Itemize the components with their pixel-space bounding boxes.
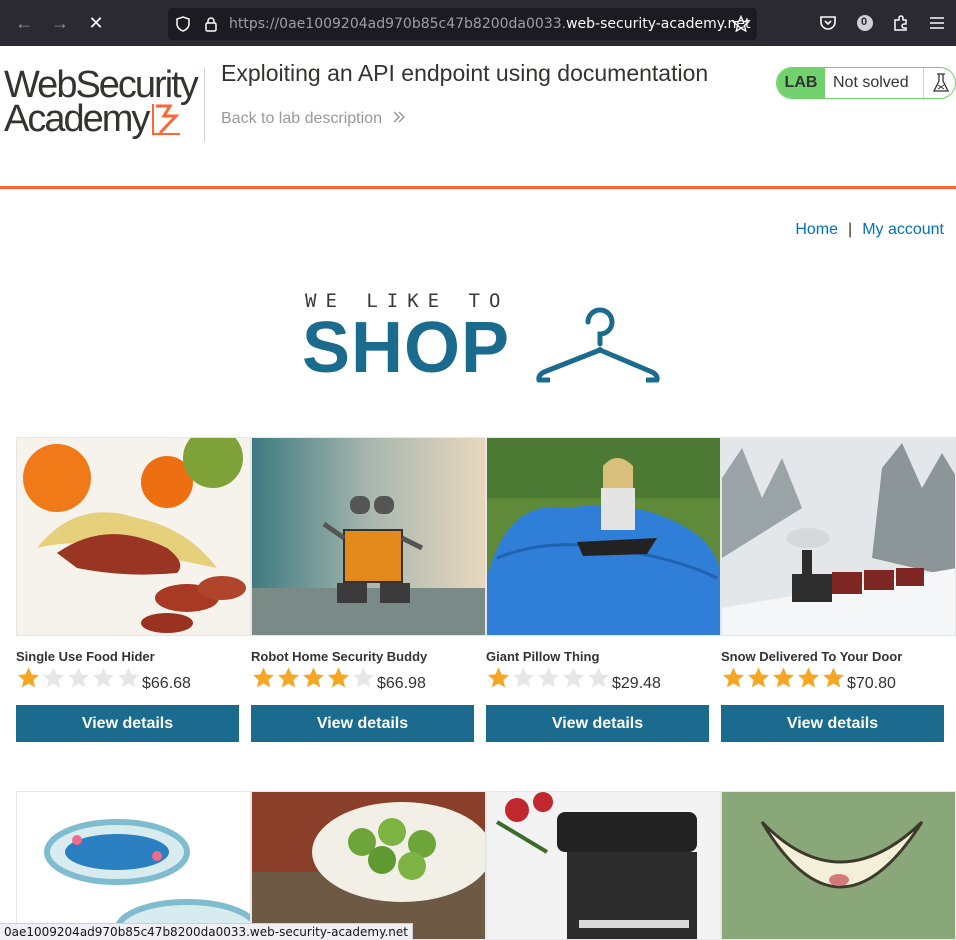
product-name: Robot Home Security Buddy: [251, 649, 428, 664]
product-image-paddling-pool: [16, 791, 251, 940]
back-to-lab-description-link[interactable]: Back to lab description: [221, 110, 406, 128]
star-empty-icon: [536, 666, 561, 690]
logo-line2: Academy: [4, 98, 150, 140]
hanger-icon: [536, 307, 660, 383]
shop-logo: WE LIKE TO SHOP: [300, 290, 660, 390]
star-filled-icon: [301, 666, 326, 690]
star-empty-icon: [511, 666, 536, 690]
logo-bolt-icon: [152, 104, 180, 135]
star-filled-icon: [746, 666, 771, 690]
shop-logo-title: SHOP: [302, 308, 511, 388]
product-price: $70.80: [847, 675, 896, 692]
star-filled-icon: [276, 666, 301, 690]
address-bar[interactable]: https://0ae1009204ad970b85c47b8200da0033…: [168, 8, 757, 40]
tracking-shield-icon[interactable]: [174, 15, 192, 33]
back-link-label: Back to lab description: [221, 110, 382, 127]
bookmark-star-icon[interactable]: [732, 15, 750, 33]
star-empty-icon: [116, 666, 141, 690]
star-empty-icon: [586, 666, 611, 690]
status-bar-url: 0ae1009204ad970b85c47b8200da0033.web-sec…: [0, 923, 413, 940]
browser-toolbar: ← → ✕ https://0ae1009204ad970b85c47b8200…: [0, 0, 956, 46]
product-price: $29.48: [612, 675, 661, 692]
product-price: $66.98: [377, 675, 426, 692]
my-account-link[interactable]: My account: [862, 221, 944, 238]
product-price: $66.68: [142, 675, 191, 692]
extension-badge-count: 0: [861, 16, 868, 28]
view-details-button[interactable]: View details: [251, 705, 474, 742]
product-rating: [251, 666, 376, 690]
product-rating: [721, 666, 846, 690]
back-arrow-icon[interactable]: ←: [12, 11, 36, 35]
star-filled-icon: [326, 666, 351, 690]
star-filled-icon: [16, 666, 41, 690]
product-image-typewriter: [486, 791, 721, 940]
extensions-puzzle-icon[interactable]: [891, 13, 911, 33]
product-image-food-hider: [16, 437, 251, 636]
product-name: Single Use Food Hider: [16, 649, 155, 664]
product-image-robot: [251, 437, 486, 636]
product-image-snow-train: [721, 437, 956, 636]
product-rating: [486, 666, 611, 690]
pocket-icon[interactable]: [818, 13, 838, 33]
url-text[interactable]: https://0ae1009204ad970b85c47b8200da0033…: [229, 16, 751, 32]
lab-status-text: Not solved: [833, 74, 909, 91]
star-filled-icon: [721, 666, 746, 690]
star-filled-icon: [486, 666, 511, 690]
extension-badge-icon[interactable]: 0: [855, 13, 875, 33]
home-link[interactable]: Home: [795, 221, 838, 238]
view-details-button[interactable]: View details: [16, 705, 239, 742]
lab-badge: LAB: [777, 68, 825, 98]
star-empty-icon: [351, 666, 376, 690]
lab-title: Exploiting an API endpoint using documen…: [221, 60, 709, 86]
star-empty-icon: [91, 666, 116, 690]
star-filled-icon: [796, 666, 821, 690]
double-chevron-right-icon: [393, 111, 406, 123]
forward-arrow-icon[interactable]: →: [48, 11, 72, 35]
product-image-grin: [721, 791, 956, 940]
lab-status-widget: LAB Not solved: [776, 67, 956, 99]
web-security-academy-logo[interactable]: WebSecurity Academy: [4, 64, 204, 140]
lab-header: WebSecurity Academy Exploiting an API en…: [0, 46, 956, 189]
stop-loading-icon[interactable]: ✕: [84, 11, 108, 35]
product-name: Snow Delivered To Your Door: [721, 649, 903, 664]
flask-icon: [923, 68, 955, 98]
product-name: Giant Pillow Thing: [486, 649, 600, 664]
product-rating: [16, 666, 141, 690]
site-nav: Home | My account: [795, 221, 944, 239]
header-divider: [204, 68, 205, 142]
star-empty-icon: [41, 666, 66, 690]
view-details-button[interactable]: View details: [721, 705, 944, 742]
star-empty-icon: [561, 666, 586, 690]
view-details-button[interactable]: View details: [486, 705, 709, 742]
star-filled-icon: [771, 666, 796, 690]
star-filled-icon: [821, 666, 846, 690]
product-image-pillow: [486, 437, 721, 636]
star-filled-icon: [251, 666, 276, 690]
nav-separator: |: [848, 221, 853, 238]
star-empty-icon: [66, 666, 91, 690]
hamburger-menu-icon[interactable]: [927, 13, 947, 33]
product-image-sprouts: [251, 791, 486, 940]
lock-icon[interactable]: [202, 15, 220, 33]
